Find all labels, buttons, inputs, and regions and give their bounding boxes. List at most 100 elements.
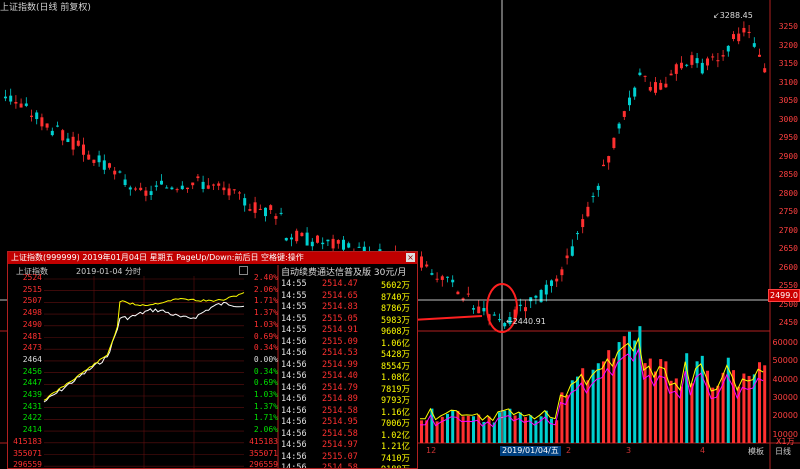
tick-row[interactable]: 14:56 2514.89 9793万	[280, 394, 412, 406]
tick-price: 2514.40	[322, 371, 358, 381]
tick-row[interactable]: 14:55 2515.05 5983万	[280, 314, 412, 326]
tick-row[interactable]: 14:56 2514.97 1.21亿	[280, 440, 412, 452]
candle-body	[726, 45, 730, 52]
intraday-pct-label: 0.69%	[253, 331, 278, 341]
candle-body	[253, 202, 257, 213]
volume-bar	[742, 373, 746, 443]
candle-body	[607, 156, 611, 163]
intraday-price-label: 2515	[22, 284, 42, 294]
tick-row[interactable]: 14:56 2514.99 8554万	[280, 360, 412, 372]
volume-bar	[695, 361, 699, 443]
candle-body	[305, 232, 309, 246]
tick-time: 14:56	[281, 394, 307, 404]
tick-price: 2514.97	[322, 440, 358, 450]
tick-row[interactable]: 14:56 2514.58 1.16亿	[280, 406, 412, 418]
candle-body	[342, 239, 345, 250]
tick-row[interactable]: 14:56 2514.58 9188万	[280, 463, 412, 468]
volume-axis-label: 50000	[772, 356, 798, 366]
intraday-pct-label: 1.37%	[253, 308, 278, 318]
tick-row[interactable]: 14:56 2514.79 7819万	[280, 383, 412, 395]
candle-body	[524, 307, 527, 312]
candle-body	[440, 276, 444, 280]
candle-body	[331, 238, 335, 249]
candle-body	[290, 237, 293, 240]
tick-price: 2515.07	[322, 451, 358, 462]
candle-body	[45, 123, 49, 128]
volume-bar	[643, 363, 647, 443]
volume-bar	[461, 416, 465, 443]
tick-row[interactable]: 14:55 2514.65 8740万	[280, 291, 412, 303]
volume-axis-label: 40000	[772, 374, 798, 384]
volume-bar	[420, 420, 423, 443]
tick-volume: 5602万	[381, 281, 410, 291]
tick-row[interactable]: 14:56 2514.58 1.02亿	[280, 429, 412, 441]
candle-body	[201, 181, 205, 189]
candle-body	[498, 319, 501, 321]
candle-body	[425, 264, 429, 267]
volume-bar	[747, 375, 751, 443]
intraday-pct-label: 2.40%	[253, 273, 278, 282]
template-button[interactable]: 模板	[748, 446, 764, 457]
timeline-label: 12	[426, 446, 437, 455]
tick-time: 14:56	[281, 417, 307, 427]
candle-body	[529, 297, 533, 302]
candle-body	[669, 73, 673, 76]
price-axis-label: 2850	[778, 170, 798, 179]
price-axis-label: 2900	[778, 151, 798, 161]
candle-body	[144, 190, 148, 196]
intraday-pct-label: 296559	[249, 460, 278, 469]
volume-bar	[669, 380, 673, 443]
tick-volume: 1.06亿	[381, 338, 410, 349]
intraday-pct-label: 0.34%	[253, 343, 278, 353]
intraday-pct-label: 0.69%	[253, 378, 278, 388]
tick-row[interactable]: 14:56 2515.09 1.06亿	[280, 337, 412, 349]
timeline-label: 3	[626, 446, 632, 455]
price-axis-label: 3200	[778, 40, 798, 50]
tick-row[interactable]: 14:56 2514.53 5428万	[280, 348, 412, 360]
tick-price: 2514.79	[322, 382, 358, 393]
tick-row[interactable]: 14:55 2514.91 9608万	[280, 325, 412, 337]
current-price-tag: 2499.0	[768, 289, 800, 302]
candle-body	[92, 159, 96, 163]
tick-price: 2514.83	[322, 302, 358, 312]
candle-body	[430, 273, 434, 275]
candle-body	[128, 187, 132, 190]
tick-row[interactable]: 14:55 2514.47 5602万	[280, 279, 412, 291]
candle-body	[586, 206, 590, 217]
tick-row[interactable]: 14:56 2515.07 7410万	[280, 452, 412, 464]
candle-body	[617, 123, 621, 129]
tick-volume: 8554万	[381, 361, 410, 372]
tick-volume: 9793万	[381, 396, 410, 406]
tick-volume: 8786万	[381, 304, 410, 314]
candle-body	[565, 255, 569, 259]
intraday-price-label: 2414	[22, 425, 42, 435]
tick-row[interactable]: 14:56 2514.40 1.08亿	[280, 371, 412, 383]
intraday-popup[interactable]: 上证指数(999999) 2019年01月04日 星期五 PageUp/Down…	[7, 251, 418, 469]
tick-volume: 9608万	[381, 327, 410, 337]
intraday-pct-label: 1.03%	[253, 319, 278, 329]
candle-body	[160, 180, 163, 185]
candle-body	[274, 216, 278, 219]
candle-body	[19, 103, 23, 108]
candle-body	[123, 179, 127, 185]
candle-body	[706, 58, 709, 66]
volume-bar	[487, 416, 491, 443]
candle-body	[326, 239, 330, 242]
intraday-price-label: 2524	[22, 273, 42, 282]
volume-bar	[617, 342, 621, 443]
candle-body	[56, 125, 59, 127]
volume-axis-label: 30000	[772, 392, 798, 402]
tick-price: 2514.95	[322, 417, 358, 427]
candle-body	[238, 192, 241, 194]
volume-bar	[607, 350, 611, 443]
tick-time: 14:55	[281, 279, 307, 289]
tick-row[interactable]: 14:56 2514.95 7006万	[280, 417, 412, 429]
tick-price: 2514.58	[322, 405, 358, 416]
period-button[interactable]: 日线	[775, 446, 791, 457]
candle-body	[170, 187, 174, 190]
candle-body	[628, 97, 631, 106]
volume-bar	[498, 412, 501, 443]
tick-row[interactable]: 14:55 2514.83 8786万	[280, 302, 412, 314]
candle-body	[14, 101, 18, 104]
price-axis-label: 3100	[778, 77, 798, 87]
